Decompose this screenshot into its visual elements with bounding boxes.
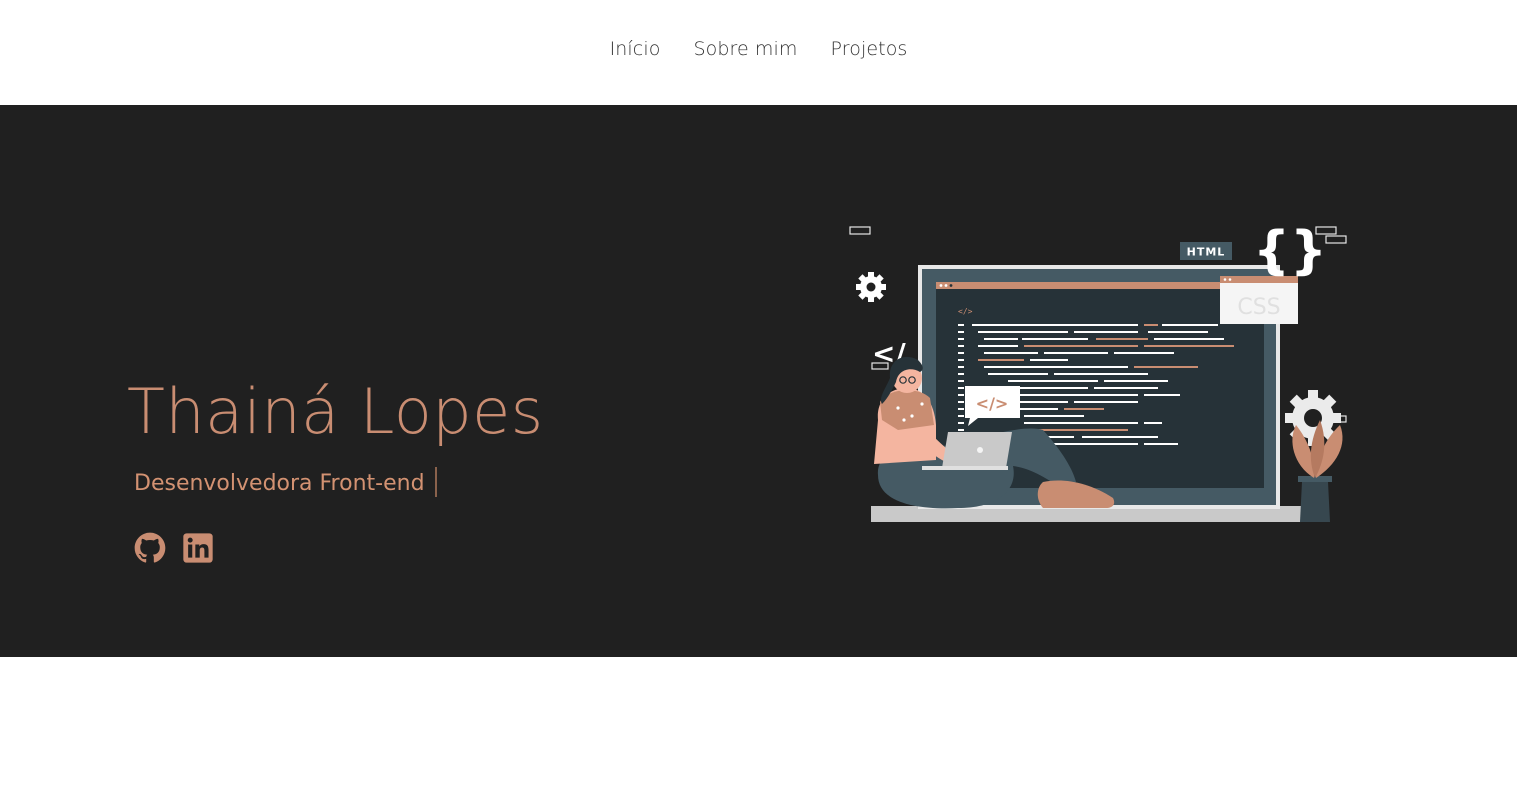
svg-text:</>: </> [958, 307, 973, 316]
hero-section: Thainá Lopes Desenvolvedora Front-end </… [0, 105, 1517, 657]
top-nav: Início Sobre mim Projetos [0, 0, 1517, 105]
nav-link-projetos[interactable]: Projetos [831, 38, 908, 60]
linkedin-link[interactable] [182, 532, 214, 564]
html-tag-label: HTML [1187, 246, 1226, 259]
social-links [134, 532, 214, 564]
deco-frame [849, 226, 871, 235]
typing-cursor [434, 467, 437, 497]
github-icon [134, 532, 166, 563]
code-symbol: </> [976, 394, 1009, 413]
hero-name: Thainá Lopes [127, 375, 544, 448]
css-window: CSS [1220, 276, 1298, 324]
curly-braces-icon: {} [1253, 221, 1327, 281]
linkedin-icon [183, 533, 213, 563]
gear-icon [856, 272, 886, 302]
page-bottom [0, 657, 1517, 789]
html-tag: HTML [1180, 242, 1232, 260]
nav-link-inicio[interactable]: Início [610, 38, 661, 60]
nav-link-sobre-mim[interactable]: Sobre mim [693, 38, 797, 60]
github-link[interactable] [134, 532, 166, 564]
deco-frame [1325, 235, 1347, 244]
hero-role: Desenvolvedora Front-end [134, 471, 425, 496]
css-tag-label: CSS [1237, 295, 1280, 320]
hero-role-line: Desenvolvedora Front-end [134, 465, 437, 503]
developer-illustration: </> HTML CSS {} </ </> [849, 221, 1347, 522]
